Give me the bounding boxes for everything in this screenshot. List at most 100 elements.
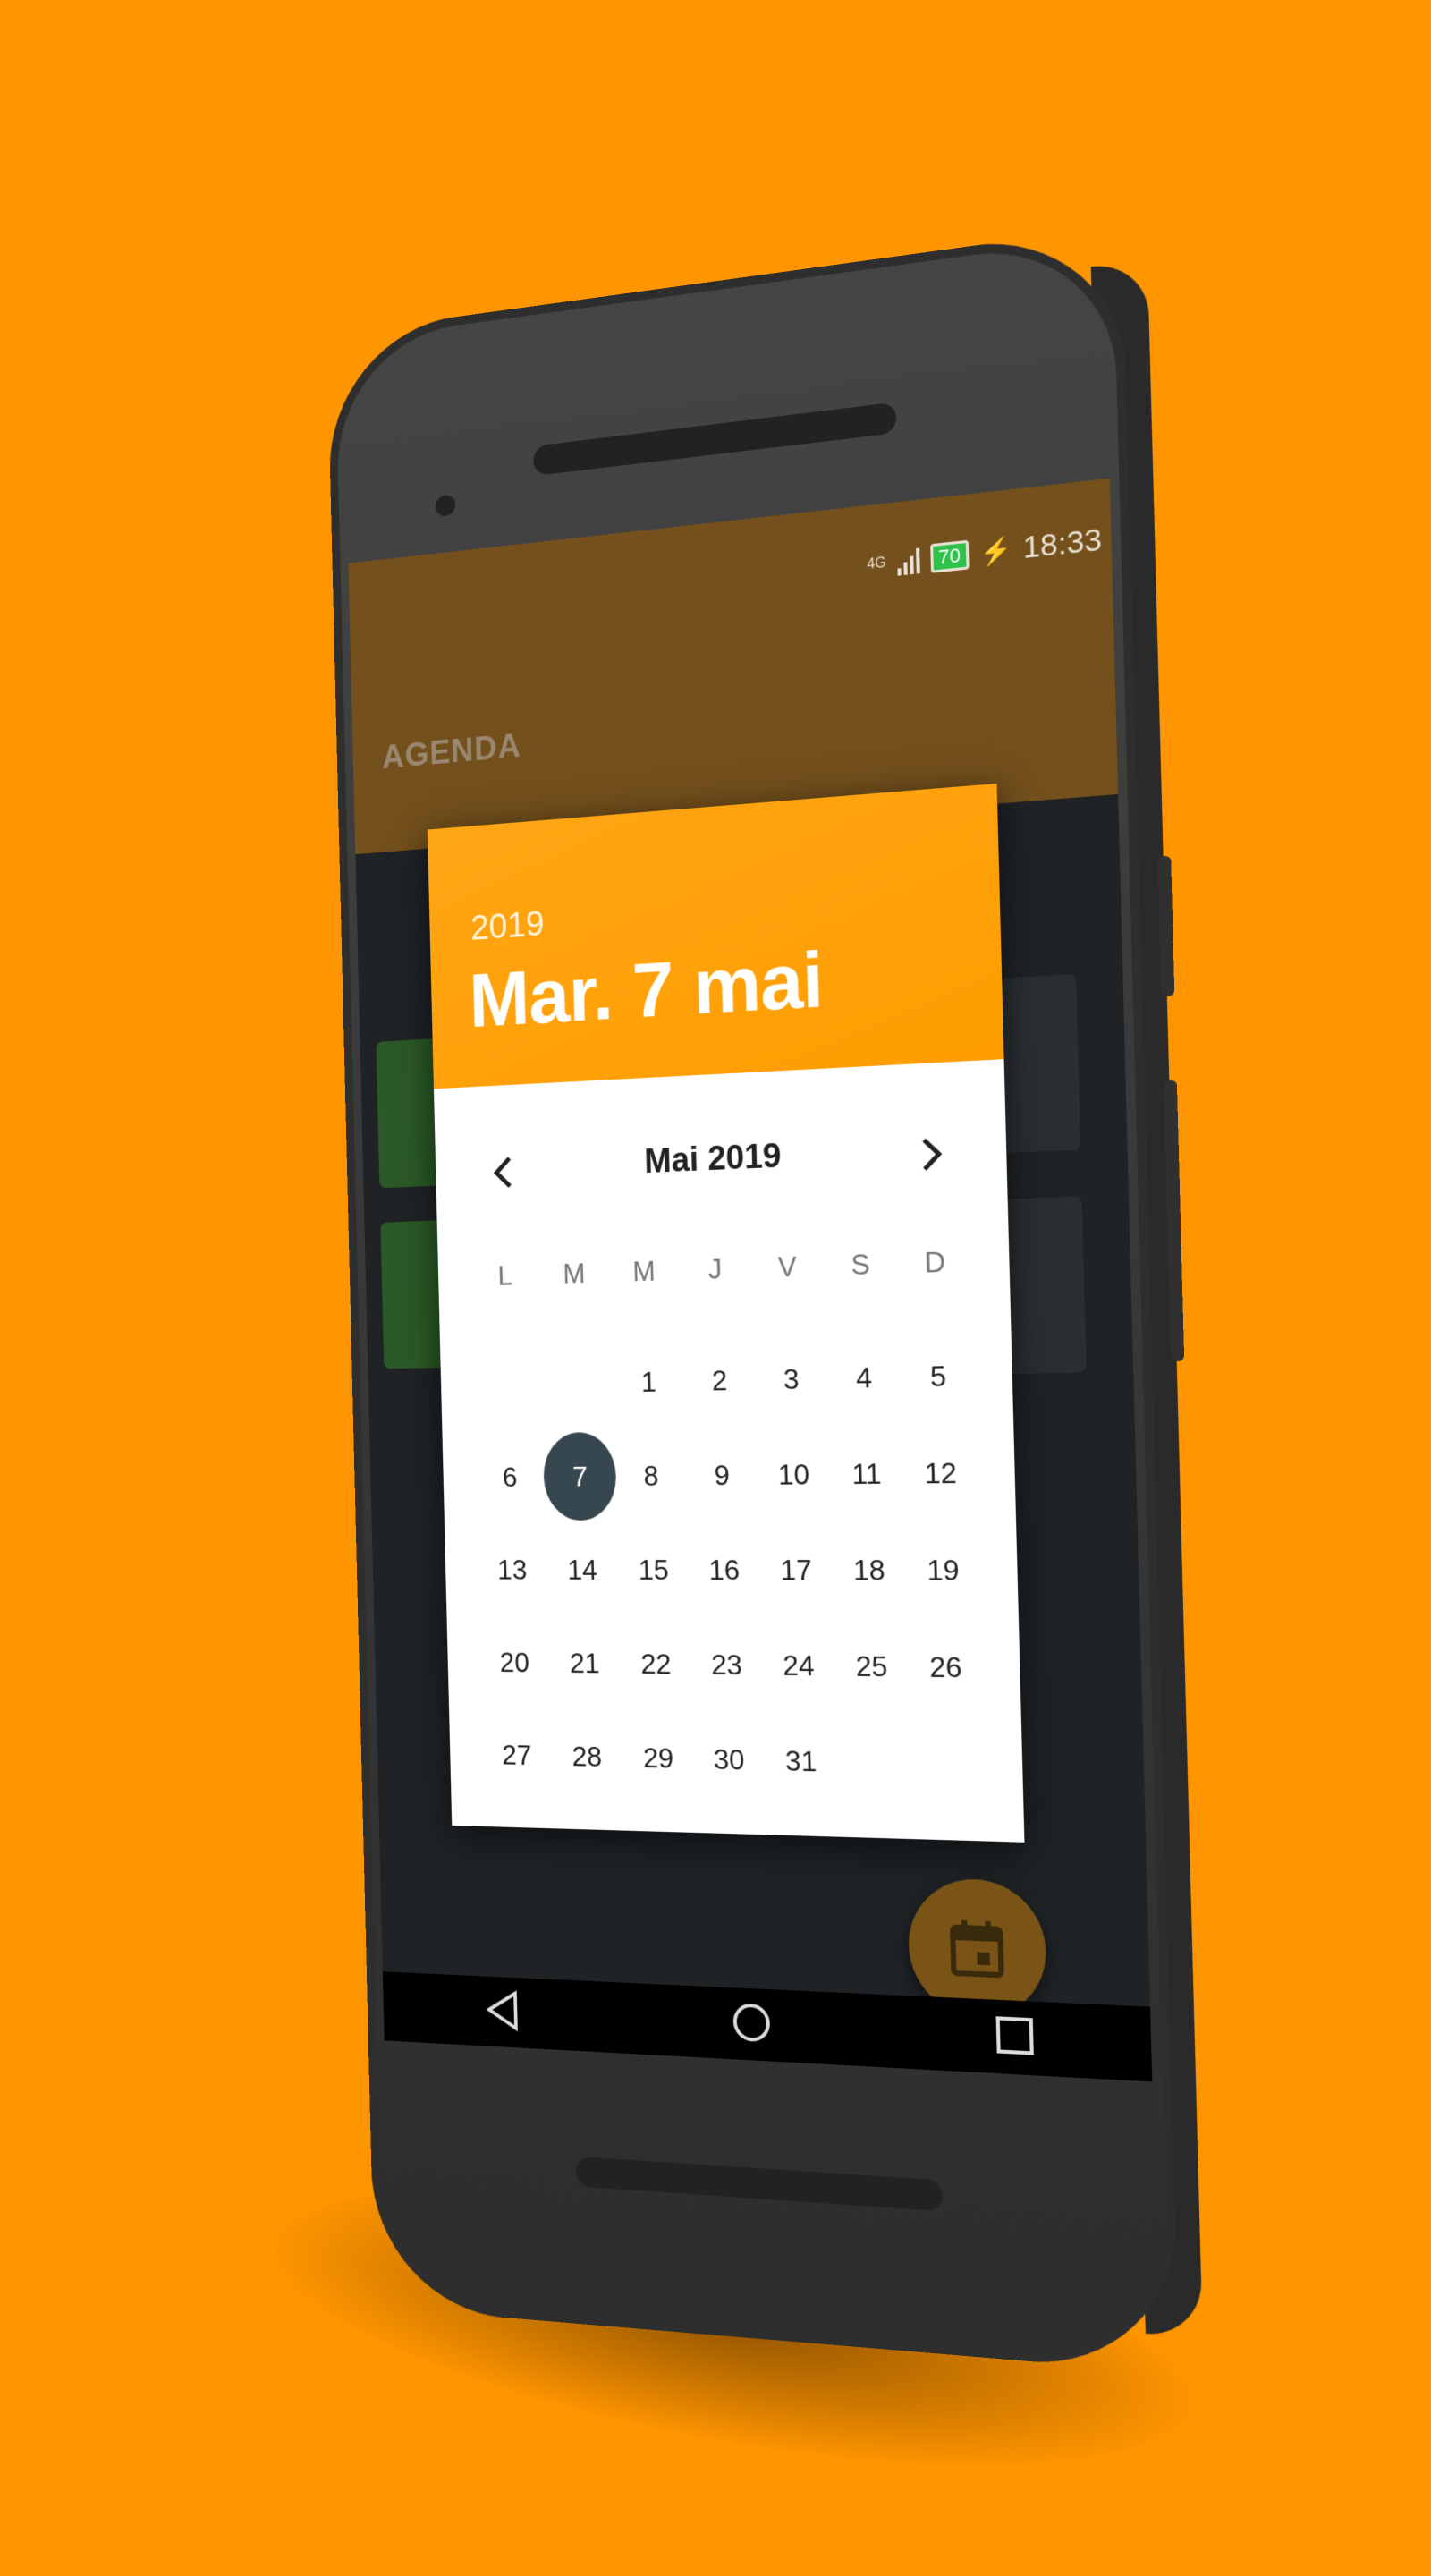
day-cell[interactable]: 30 <box>692 1711 766 1808</box>
day-cell[interactable]: 27 <box>482 1708 553 1802</box>
day-cell[interactable]: 17 <box>758 1522 834 1618</box>
day-cell[interactable]: 19 <box>905 1521 982 1619</box>
day-label: 9 <box>714 1458 731 1491</box>
day-cell[interactable]: 16 <box>688 1522 761 1617</box>
day-cell[interactable]: 11 <box>829 1425 905 1521</box>
weekday-label: D <box>924 1245 946 1279</box>
screen: 4G 70 ⚡ 18:33 AGENDA 2019 Mar. 7 mai Mai… <box>348 478 1153 2082</box>
bottom-speaker <box>575 2156 944 2212</box>
network-label: 4G <box>867 555 886 572</box>
day-cell[interactable]: 10 <box>757 1427 832 1522</box>
day-label: 18 <box>852 1553 885 1587</box>
day-cell[interactable]: 26 <box>907 1618 984 1716</box>
day-grid: 1 2 3 4 5 6 7 8 9 10 11 12 13 14 15 16 17 18 19 20 21 22 23 24 2… <box>472 1326 986 1813</box>
day-label: 13 <box>496 1553 528 1585</box>
status-time: 18:33 <box>1022 521 1103 566</box>
weekday-label: J <box>707 1252 723 1285</box>
day-label: 21 <box>569 1646 600 1679</box>
day-label: 20 <box>499 1646 530 1678</box>
calendar-icon <box>949 1918 1005 1979</box>
day-label: 2 <box>711 1363 728 1396</box>
day-cell[interactable]: 4 <box>826 1328 902 1426</box>
day-cell[interactable]: 2 <box>682 1332 756 1428</box>
weekday-label: S <box>851 1247 871 1282</box>
day-label: 3 <box>783 1361 800 1395</box>
weekday-label: V <box>777 1250 798 1284</box>
weekday-header: LMMJVSD <box>470 1244 973 1292</box>
day-label: 4 <box>855 1360 873 1394</box>
weekday-label: M <box>631 1254 656 1288</box>
day-cell[interactable]: 23 <box>690 1617 763 1713</box>
recents-square-icon[interactable] <box>994 2014 1036 2062</box>
day-cell[interactable]: 1 <box>613 1334 685 1429</box>
empty-day-cell <box>540 1335 614 1430</box>
phone-body: 4G 70 ⚡ 18:33 AGENDA 2019 Mar. 7 mai Mai… <box>326 225 1180 2374</box>
app-title: AGENDA <box>381 727 522 777</box>
header-year[interactable]: 2019 <box>470 904 545 949</box>
day-label: 1 <box>640 1365 657 1398</box>
volume-button <box>1157 855 1175 997</box>
front-camera <box>435 494 456 518</box>
day-cell[interactable]: 29 <box>622 1710 695 1806</box>
day-label: 23 <box>710 1648 743 1681</box>
day-cell[interactable]: 8 <box>615 1428 688 1523</box>
day-label: 14 <box>566 1553 598 1586</box>
weekday-label: M <box>562 1257 586 1290</box>
phone-device: 4G 70 ⚡ 18:33 AGENDA 2019 Mar. 7 mai Mai… <box>326 225 1203 2374</box>
day-label: 24 <box>782 1648 815 1682</box>
day-label: 15 <box>638 1553 670 1586</box>
day-label: 7 <box>543 1431 618 1521</box>
date-picker-header: 2019 Mar. 7 mai <box>427 783 1004 1089</box>
day-cell[interactable]: 31 <box>764 1713 839 1810</box>
day-label: 29 <box>642 1741 674 1775</box>
day-cell[interactable]: 3 <box>754 1330 829 1427</box>
day-cell[interactable]: 18 <box>831 1521 907 1618</box>
day-cell[interactable]: 12 <box>902 1424 979 1521</box>
day-label: 8 <box>643 1459 660 1492</box>
status-icons: 4G 70 ⚡ 18:33 <box>867 522 1103 583</box>
day-cell[interactable]: 6 <box>475 1430 546 1523</box>
day-label: 30 <box>713 1742 745 1775</box>
day-cell[interactable]: 21 <box>547 1616 622 1710</box>
day-cell[interactable]: 13 <box>478 1523 548 1616</box>
empty-day-cell <box>472 1337 543 1431</box>
battery-icon: 70 <box>929 539 970 573</box>
day-label: 19 <box>927 1553 961 1587</box>
day-cell[interactable]: 15 <box>617 1522 690 1617</box>
day-label: 10 <box>777 1457 810 1491</box>
charging-icon: ⚡ <box>979 535 1012 568</box>
network-indicator: 4G <box>867 555 886 572</box>
weekday-label: L <box>497 1259 513 1292</box>
day-label: 16 <box>708 1553 741 1586</box>
day-cell[interactable]: 5 <box>900 1326 977 1425</box>
day-label: 5 <box>929 1359 947 1393</box>
day-label: 17 <box>780 1553 813 1586</box>
day-label: 31 <box>784 1743 817 1777</box>
day-cell[interactable]: 14 <box>546 1523 620 1617</box>
navigation-bar <box>382 1971 1153 2082</box>
day-cell[interactable]: 9 <box>685 1428 758 1523</box>
day-label: 25 <box>855 1648 888 1682</box>
day-cell[interactable]: 28 <box>550 1709 624 1804</box>
date-picker-dialog: 2019 Mar. 7 mai Mai 2019 LMMJVSD 1234567… <box>427 783 1025 1843</box>
chevron-right-icon[interactable] <box>902 1123 961 1184</box>
day-label: 26 <box>928 1649 962 1683</box>
day-label: 22 <box>639 1647 672 1680</box>
day-label: 6 <box>502 1461 518 1493</box>
home-circle-icon[interactable] <box>730 2000 773 2050</box>
day-label: 11 <box>851 1456 882 1490</box>
day-cell[interactable]: 22 <box>620 1616 692 1711</box>
battery-level: 70 <box>937 543 961 569</box>
back-triangle-icon[interactable] <box>484 1988 521 2037</box>
day-cell[interactable]: 7 <box>543 1429 618 1523</box>
day-label: 12 <box>924 1455 958 1489</box>
top-speaker <box>533 402 897 477</box>
day-label: 27 <box>501 1738 532 1771</box>
signal-icon <box>896 546 920 576</box>
day-cell[interactable]: 25 <box>834 1618 910 1716</box>
month-navigation: Mai 2019 <box>435 1114 1007 1210</box>
header-date[interactable]: Mar. 7 mai <box>468 933 824 1045</box>
day-cell[interactable]: 20 <box>479 1615 550 1708</box>
day-label: 28 <box>572 1740 603 1773</box>
day-cell[interactable]: 24 <box>761 1617 836 1714</box>
